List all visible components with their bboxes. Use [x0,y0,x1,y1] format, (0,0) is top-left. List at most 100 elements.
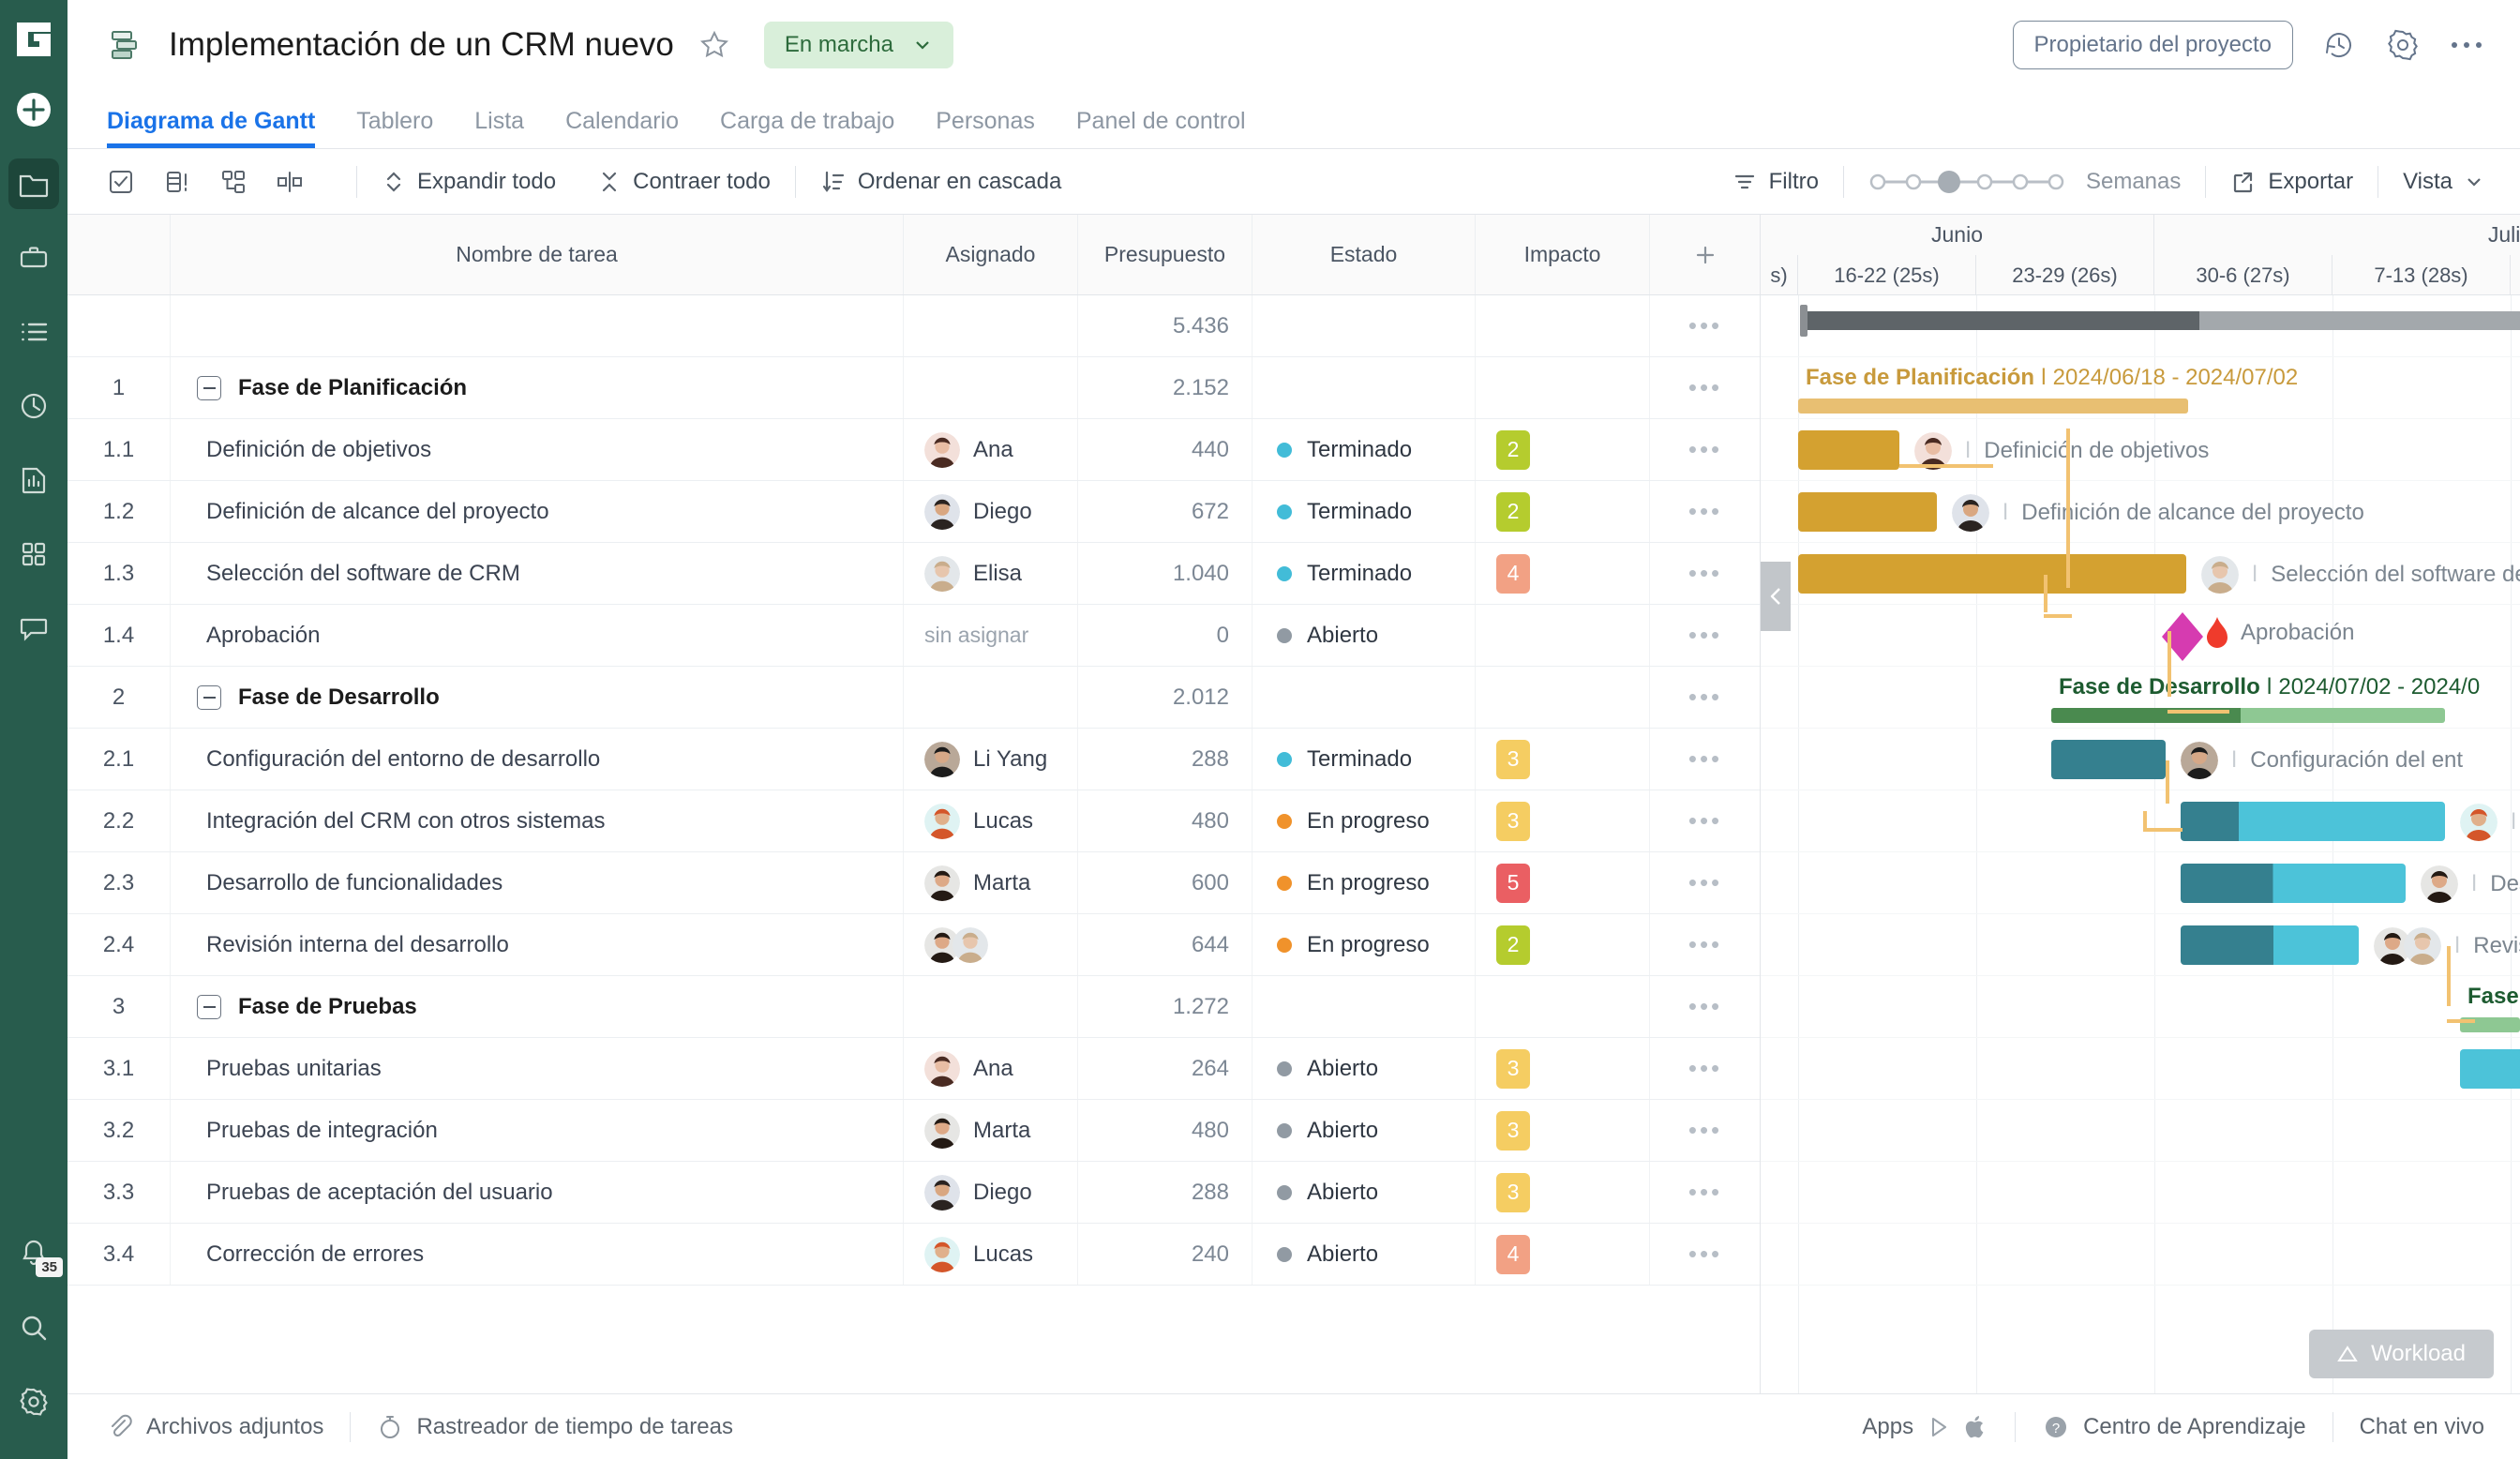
task-name-cell[interactable]: Revisión interna del desarrollo [171,914,904,975]
avatar[interactable] [2181,742,2218,779]
impact-cell[interactable]: 3 [1476,1162,1650,1223]
assignee-cell[interactable] [904,357,1078,418]
row-menu-button[interactable]: ••• [1650,295,1761,356]
history-icon[interactable] [2321,27,2357,63]
row-menu-button[interactable]: ••• [1650,667,1761,728]
task-name-cell[interactable] [171,295,904,356]
impact-cell[interactable]: 3 [1476,729,1650,790]
table-row[interactable]: 1.3 Selección del software de CRM Elisa 1.0… [68,543,1760,605]
row-menu-button[interactable]: ••• [1650,543,1761,604]
row-menu-button[interactable]: ••• [1650,481,1761,542]
avatar-group[interactable] [924,926,988,963]
table-row[interactable]: 2.4 Revisión interna del desarrollo 644 En … [68,914,1760,976]
avatar[interactable] [924,493,960,530]
gantt-summary-bar[interactable] [2051,708,2445,723]
row-menu-button[interactable]: ••• [1650,790,1761,851]
status-cell[interactable]: En progreso [1252,790,1476,851]
task-name-cell[interactable]: Desarrollo de funcionalidades [171,852,904,913]
avatar[interactable] [2201,556,2239,594]
avatar[interactable] [924,1112,960,1149]
tab-workload[interactable]: Carga de trabajo [699,108,915,148]
table-row[interactable]: 2.3 Desarrollo de funcionalidades Marta 600… [68,852,1760,914]
sidebar-item-apps[interactable] [8,529,59,579]
task-name-cell[interactable]: Fase de Pruebas [171,976,904,1037]
table-row[interactable]: 2 Fase de Desarrollo 2.012 ••• [68,667,1760,729]
task-name-cell[interactable]: Aprobación [171,605,904,666]
status-cell[interactable]: Terminado [1252,481,1476,542]
budget-cell[interactable]: 288 [1078,729,1252,790]
budget-cell[interactable]: 0 [1078,605,1252,666]
impact-cell[interactable] [1476,605,1650,666]
tab-people[interactable]: Personas [915,108,1056,148]
tab-dashboard[interactable]: Panel de control [1056,108,1267,148]
budget-cell[interactable]: 644 [1078,914,1252,975]
assignee-cell[interactable]: Ana [904,1038,1078,1099]
status-cell[interactable]: En progreso [1252,914,1476,975]
impact-cell[interactable] [1476,667,1650,728]
expand-all-button[interactable]: Expandir todo [382,169,556,195]
status-cell[interactable] [1252,976,1476,1037]
time-tracker-button[interactable]: Rastreador de tiempo de tareas [377,1414,733,1440]
task-name-cell[interactable]: Fase de Desarrollo [171,667,904,728]
assignee-cell[interactable]: Lucas [904,790,1078,851]
assignee-cell[interactable]: Elisa [904,543,1078,604]
table-row[interactable]: 2.2 Integración del CRM con otros sistema… [68,790,1760,852]
impact-cell[interactable]: 5 [1476,852,1650,913]
table-row[interactable]: 2.1 Configuración del entorno de desarrol… [68,729,1760,790]
row-menu-button[interactable]: ••• [1650,729,1761,790]
status-cell[interactable]: Terminado [1252,419,1476,480]
task-name-cell[interactable]: Pruebas de integración [171,1100,904,1161]
gear-icon[interactable] [2385,27,2421,63]
task-name-cell[interactable]: Corrección de errores [171,1224,904,1285]
tab-calendar[interactable]: Calendario [545,108,699,148]
impact-cell[interactable]: 4 [1476,1224,1650,1285]
task-name-cell[interactable]: Configuración del entorno de desarrollo [171,729,904,790]
impact-cell[interactable] [1476,976,1650,1037]
avatar[interactable] [1952,494,1989,532]
favorite-star-icon[interactable] [698,29,730,61]
impact-cell[interactable] [1476,357,1650,418]
live-chat-button[interactable]: Chat en vivo [2360,1414,2484,1440]
task-name-cell[interactable]: Pruebas de aceptación del usuario [171,1162,904,1223]
learning-center-button[interactable]: ? Centro de Aprendizaje [2042,1413,2306,1441]
row-menu-button[interactable]: ••• [1650,914,1761,975]
assignee-cell[interactable] [904,914,1078,975]
gantt-task-bar[interactable] [1798,430,1899,470]
column-header-name[interactable]: Nombre de tarea [171,215,904,294]
app-logo[interactable] [13,19,54,60]
table-row[interactable]: 3.1 Pruebas unitarias Ana 264 Abierto 3 ••• [68,1038,1760,1100]
avatar[interactable] [924,555,960,592]
table-row[interactable]: 3 Fase de Pruebas 1.272 ••• [68,976,1760,1038]
table-row[interactable]: 3.3 Pruebas de aceptación del usuario Dieg… [68,1162,1760,1224]
status-cell[interactable] [1252,295,1476,356]
avatar[interactable] [924,1236,960,1272]
row-menu-button[interactable]: ••• [1650,1100,1761,1161]
project-owner-button[interactable]: Propietario del proyecto [2012,21,2293,69]
task-name-cell[interactable]: Definición de alcance del proyecto [171,481,904,542]
impact-cell[interactable]: 3 [1476,1038,1650,1099]
gantt-task-bar[interactable] [1798,492,1937,532]
status-cell[interactable]: Abierto [1252,605,1476,666]
gantt-task-bar[interactable] [2181,802,2445,841]
impact-cell[interactable]: 3 [1476,790,1650,851]
status-cell[interactable]: Terminado [1252,729,1476,790]
cascade-sort-button[interactable]: Ordenar en cascada [820,169,1061,195]
budget-cell[interactable]: 1.040 [1078,543,1252,604]
assignee-cell[interactable]: Marta [904,1100,1078,1161]
column-header-impact[interactable]: Impacto [1476,215,1650,294]
column-header-assignee[interactable]: Asignado [904,215,1078,294]
status-cell[interactable]: Abierto [1252,1038,1476,1099]
row-menu-button[interactable]: ••• [1650,1038,1761,1099]
task-name-cell[interactable]: Pruebas unitarias [171,1038,904,1099]
status-cell[interactable]: En progreso [1252,852,1476,913]
impact-cell[interactable]: 2 [1476,481,1650,542]
collapse-panel-handle[interactable] [1761,562,1791,631]
table-row[interactable]: 1 Fase de Planificación 2.152 ••• [68,357,1760,419]
apps-button[interactable]: Apps [1862,1414,1988,1440]
settings-button[interactable] [8,1376,59,1427]
status-cell[interactable]: Terminado [1252,543,1476,604]
budget-cell[interactable]: 440 [1078,419,1252,480]
assignee-cell[interactable]: Li Yang [904,729,1078,790]
gantt-task-bar[interactable] [2181,925,2359,965]
more-icon[interactable] [2449,38,2484,52]
